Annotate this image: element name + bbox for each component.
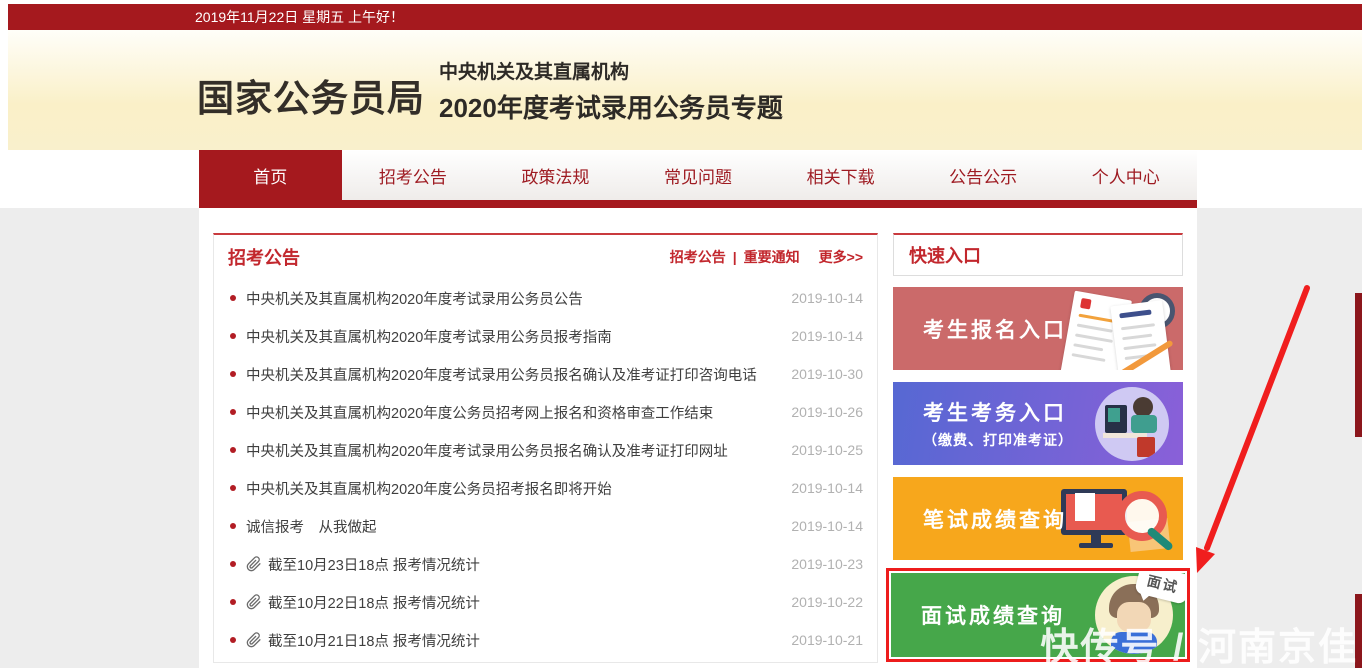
topbar: 2019年11月22日 星期五 上午好！ bbox=[8, 4, 1362, 30]
announcement-date: 2019-10-14 bbox=[791, 290, 863, 306]
main-nav: 首页 招考公告 政策法规 常见问题 相关下载 公告公示 个人中心 bbox=[199, 150, 1197, 200]
announcement-date: 2019-10-21 bbox=[791, 632, 863, 648]
announcement-date: 2019-10-14 bbox=[791, 328, 863, 344]
announcement-row: 诚信报考 从我做起 2019-10-14 bbox=[214, 507, 877, 545]
bullet-dot bbox=[230, 523, 236, 529]
banner-label: 考生考务入口 （缴费、打印准考证） bbox=[923, 382, 1073, 465]
person-at-computer-icon bbox=[1095, 387, 1169, 461]
announcement-row: 中央机关及其直属机构2020年度公务员招考网上报名和资格审查工作结束 2019-… bbox=[214, 393, 877, 431]
bullet-dot bbox=[230, 599, 236, 605]
quick-entry-title: 快速入口 bbox=[909, 242, 981, 268]
date-greeting: 2019年11月22日 星期五 上午好！ bbox=[195, 4, 404, 30]
more-link[interactable]: 更多>> bbox=[819, 247, 863, 267]
announcement-link[interactable]: 中央机关及其直属机构2020年度公务员招考网上报名和资格审查工作结束 bbox=[246, 402, 791, 423]
announcement-date: 2019-10-30 bbox=[791, 366, 863, 382]
announcement-link[interactable]: 中央机关及其直属机构2020年度考试录用公务员报名确认及准考证打印咨询电话 bbox=[246, 364, 791, 385]
tab-faq[interactable]: 常见问题 bbox=[627, 150, 770, 200]
emblem-icon bbox=[1080, 298, 1092, 310]
announcement-date: 2019-10-25 bbox=[791, 442, 863, 458]
page: 2019年11月22日 星期五 上午好！ 国家公务员局 中央机关及其直属机构 2… bbox=[0, 0, 1362, 668]
announcement-date: 2019-10-22 bbox=[791, 594, 863, 610]
paperclip-icon bbox=[246, 556, 262, 572]
quick-entry-banner-exam-affairs[interactable]: 考生考务入口 （缴费、打印准考证） bbox=[893, 382, 1183, 465]
bullet-dot bbox=[230, 447, 236, 453]
site-header: 国家公务员局 中央机关及其直属机构 2020年度考试录用公务员专题 bbox=[8, 30, 1362, 150]
announcement-row: 中央机关及其直属机构2020年度考试录用公务员报名确认及准考证打印咨询电话 20… bbox=[214, 355, 877, 393]
bullet-dot bbox=[230, 561, 236, 567]
bullet-dot bbox=[230, 371, 236, 377]
paperclip-icon bbox=[246, 632, 262, 648]
announcement-link[interactable]: 截至10月22日18点 报考情况统计 bbox=[268, 592, 791, 613]
header-subtitle-line1: 中央机关及其直属机构 bbox=[439, 57, 629, 84]
banner-label: 考生报名入口 bbox=[923, 287, 1067, 370]
announcements-title: 招考公告 bbox=[228, 244, 300, 270]
bullet-dot bbox=[230, 333, 236, 339]
bullet-dot bbox=[230, 485, 236, 491]
floating-widget-edge bbox=[1355, 293, 1362, 437]
announcement-link[interactable]: 中央机关及其直属机构2020年度公务员招考报名即将开始 bbox=[246, 478, 791, 499]
announcement-link[interactable]: 中央机关及其直属机构2020年度考试录用公务员报考指南 bbox=[246, 326, 791, 347]
announcement-link[interactable]: 中央机关及其直属机构2020年度考试录用公务员公告 bbox=[246, 288, 791, 309]
announcement-row: 中央机关及其直属机构2020年度考试录用公务员报考指南 2019-10-14 bbox=[214, 317, 877, 355]
tab-recruit-announcements[interactable]: 招考公告 bbox=[342, 150, 485, 200]
announcement-link[interactable]: 中央机关及其直属机构2020年度考试录用公务员报名确认及准考证打印网址 bbox=[246, 440, 791, 461]
filter-link-recruit[interactable]: 招考公告 bbox=[670, 247, 726, 267]
announcement-link[interactable]: 诚信报考 从我做起 bbox=[246, 516, 791, 537]
quick-entry-banner-registration[interactable]: 考生报名入口 bbox=[893, 287, 1183, 370]
quick-entry-banner-written-score[interactable]: 笔试成绩查询 bbox=[893, 477, 1183, 560]
watermark: 快传号 / 河南京佳 bbox=[1040, 616, 1358, 668]
header-subtitle-line2: 2020年度考试录用公务员专题 bbox=[439, 88, 783, 125]
announcement-row: 中央机关及其直属机构2020年度考试录用公务员报名确认及准考证打印网址 2019… bbox=[214, 431, 877, 469]
tab-personal-center[interactable]: 个人中心 bbox=[1054, 150, 1197, 200]
banner-label: 笔试成绩查询 bbox=[923, 477, 1067, 560]
filter-separator: | bbox=[733, 249, 737, 265]
quick-entry-header: 快速入口 bbox=[893, 233, 1183, 276]
banner-sublabel: （缴费、打印准考证） bbox=[923, 430, 1073, 450]
announcements-list: 中央机关及其直属机构2020年度考试录用公务员公告 2019-10-14 中央机… bbox=[214, 279, 877, 659]
bullet-dot bbox=[230, 295, 236, 301]
nav-underline-bar bbox=[199, 200, 1197, 208]
announcement-link[interactable]: 截至10月21日18点 报考情况统计 bbox=[268, 630, 791, 651]
announcement-date: 2019-10-23 bbox=[791, 556, 863, 572]
announcement-row: 中央机关及其直属机构2020年度公务员招考报名即将开始 2019-10-14 bbox=[214, 469, 877, 507]
announcement-row: 截至10月21日18点 报考情况统计 2019-10-21 bbox=[214, 621, 877, 659]
bullet-dot bbox=[230, 637, 236, 643]
announcement-row: 截至10月23日18点 报考情况统计 2019-10-23 bbox=[214, 545, 877, 583]
tab-public-notices[interactable]: 公告公示 bbox=[912, 150, 1055, 200]
announcement-date: 2019-10-26 bbox=[791, 404, 863, 420]
tab-home[interactable]: 首页 bbox=[199, 150, 342, 200]
announcement-date: 2019-10-14 bbox=[791, 518, 863, 534]
announcements-filter-links: 招考公告 | 重要通知 更多>> bbox=[670, 247, 863, 267]
paperclip-icon bbox=[246, 594, 262, 610]
tab-policies[interactable]: 政策法规 bbox=[484, 150, 627, 200]
announcement-date: 2019-10-14 bbox=[791, 480, 863, 496]
bullet-dot bbox=[230, 409, 236, 415]
site-logo-text: 国家公务员局 bbox=[197, 68, 425, 122]
announcements-panel: 招考公告 招考公告 | 重要通知 更多>> 中央机关及其直属机构2020年度考试… bbox=[213, 233, 878, 663]
announcement-row: 截至10月22日18点 报考情况统计 2019-10-22 bbox=[214, 583, 877, 621]
announcement-link[interactable]: 截至10月23日18点 报考情况统计 bbox=[268, 554, 791, 575]
tab-downloads[interactable]: 相关下载 bbox=[769, 150, 912, 200]
announcement-row: 中央机关及其直属机构2020年度考试录用公务员公告 2019-10-14 bbox=[214, 279, 877, 317]
announcements-header: 招考公告 招考公告 | 重要通知 更多>> bbox=[214, 235, 877, 279]
filter-link-important[interactable]: 重要通知 bbox=[744, 247, 800, 267]
